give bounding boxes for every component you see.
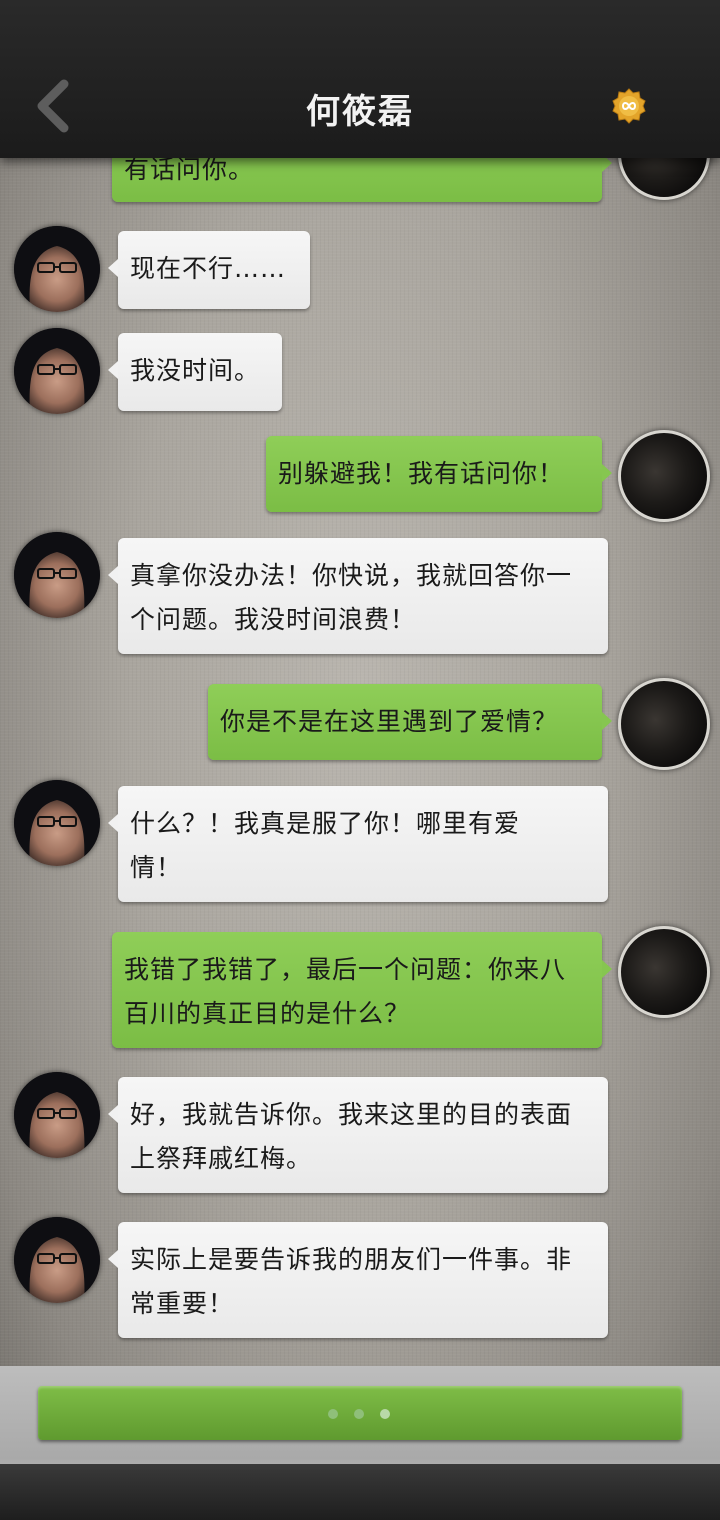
message-text: 实际上是要告诉我的朋友们一件事。非常重要！ <box>130 1245 573 1318</box>
avatar-npc[interactable] <box>14 1072 100 1158</box>
avatar-npc[interactable] <box>14 780 100 866</box>
message-text: 什么？！我真是服了你！哪里有爱情！ <box>130 809 521 882</box>
message-text: 我错了我错了，最后一个问题：你来八百川的真正目的是什么？ <box>124 955 567 1028</box>
avatar-npc[interactable] <box>14 532 100 618</box>
npc-portrait-icon <box>14 1072 100 1158</box>
message-text: 真拿你没办法！你快说，我就回答你一个问题。我没时间浪费！ <box>130 561 573 634</box>
chat-bubble-npc: 真拿你没办法！你快说，我就回答你一个问题。我没时间浪费！ <box>108 538 608 654</box>
chat-area[interactable]: 有话问你。 现在不行…… 我没时间。 别躲避我！我有话问你！ 真拿你没办法！你快… <box>0 0 720 1366</box>
chat-bubble-npc: 实际上是要告诉我的朋友们一件事。非常重要！ <box>108 1222 608 1338</box>
coin-button[interactable] <box>610 87 648 125</box>
typing-dot <box>380 1409 390 1419</box>
chat-bubble-npc: 好，我就告诉你。我来这里的目的表面上祭拜戚红梅。 <box>108 1077 608 1193</box>
bottom-bar <box>0 1366 720 1520</box>
message-text: 你是不是在这里遇到了爱情？ <box>220 707 559 736</box>
npc-portrait-icon <box>14 532 100 618</box>
chat-bubble-me: 别躲避我！我有话问你！ <box>266 436 612 512</box>
avatar-me[interactable] <box>618 430 710 522</box>
message-text: 好，我就告诉你。我来这里的目的表面上祭拜戚红梅。 <box>130 1100 573 1173</box>
npc-portrait-icon <box>14 1217 100 1303</box>
continue-button[interactable] <box>38 1386 682 1440</box>
message-text: 我没时间。 <box>130 356 261 385</box>
top-bar: 何筱磊 <box>0 0 720 158</box>
npc-portrait-icon <box>14 780 100 866</box>
npc-portrait-icon <box>14 226 100 312</box>
message-text: 别躲避我！我有话问你！ <box>278 459 565 488</box>
avatar-npc[interactable] <box>14 1217 100 1303</box>
message-text: 现在不行…… <box>130 254 287 283</box>
avatar-npc[interactable] <box>14 328 100 414</box>
chat-bubble-npc: 我没时间。 <box>108 333 282 411</box>
message-text: 有话问你。 <box>124 155 255 184</box>
infinity-coin-icon <box>612 88 646 124</box>
avatar-npc[interactable] <box>14 226 100 312</box>
npc-portrait-icon <box>14 328 100 414</box>
avatar-me[interactable] <box>618 678 710 770</box>
chat-bubble-npc: 现在不行…… <box>108 231 310 309</box>
typing-dot <box>354 1409 364 1419</box>
chat-bubble-npc: 什么？！我真是服了你！哪里有爱情！ <box>108 786 608 902</box>
chat-bubble-me: 我错了我错了，最后一个问题：你来八百川的真正目的是什么？ <box>112 932 612 1048</box>
bottom-shade <box>0 1464 720 1520</box>
avatar-me[interactable] <box>618 926 710 1018</box>
typing-dot <box>328 1409 338 1419</box>
chat-bubble-me: 你是不是在这里遇到了爱情？ <box>208 684 612 760</box>
